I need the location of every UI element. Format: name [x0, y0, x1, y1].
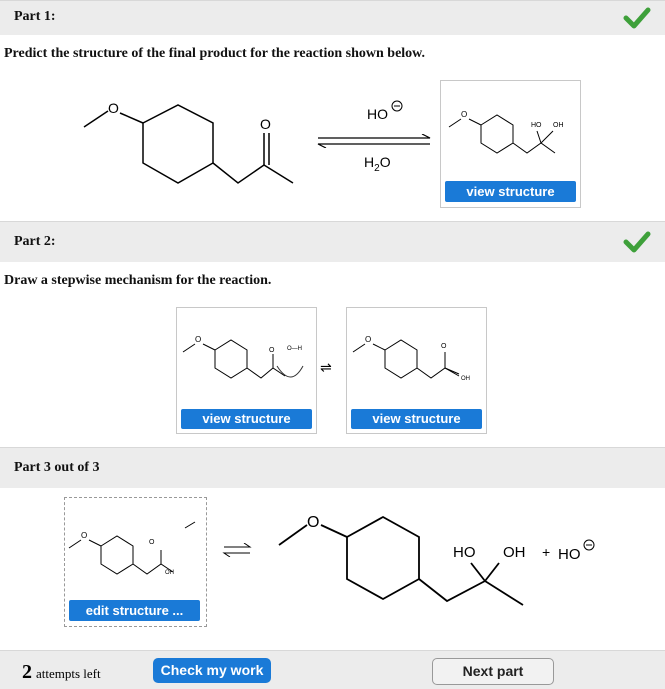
mechanism-step1-box: O O O—H view structure [176, 307, 317, 434]
mechanism-step2-thumbnail: O O OH [352, 335, 470, 382]
product-label-ho: HO [531, 122, 542, 129]
part3-hydroxide: HO [558, 539, 597, 563]
product-thumbnail: O HO OH [448, 110, 564, 154]
edit-structure-button[interactable]: edit structure ... [69, 600, 200, 621]
svg-text:O: O [260, 116, 271, 132]
part2-header: Part 2: [0, 221, 665, 262]
equilibrium-arrows-icon [222, 542, 252, 558]
check-my-work-button[interactable]: Check my work [153, 658, 271, 683]
reagent-water: H2O [364, 154, 391, 174]
svg-text:O: O [149, 539, 155, 546]
svg-text:O: O [307, 514, 319, 531]
part3-label-oh: OH [503, 544, 526, 561]
attempts-count: 2 [22, 661, 32, 683]
part3-product-structure: O HO OH [278, 514, 526, 606]
negative-charge-icon [391, 100, 403, 112]
checkmark-icon [623, 7, 651, 29]
svg-text:O: O [441, 343, 447, 350]
small-label-oh2: OH [461, 376, 470, 382]
part1-product-box: O HO OH view structure [440, 80, 581, 208]
reactant-structure: O O [83, 100, 294, 184]
part3-small-oh: OH [165, 570, 174, 576]
part2-view-structure-button-2[interactable]: view structure [351, 409, 482, 429]
part2-prompt: Draw a stepwise mechanism for the reacti… [4, 273, 272, 288]
mechanism-step1-thumbnail: O O O—H [182, 335, 304, 379]
part3-label-ho: HO [453, 544, 476, 561]
next-part-button[interactable]: Next part [432, 658, 554, 685]
svg-text:O: O [81, 531, 87, 540]
part3-equilibrium-symbol [222, 542, 252, 562]
svg-text:O: O [269, 347, 275, 354]
negative-charge-icon [583, 539, 595, 551]
equilibrium-symbol: ⇌ [320, 360, 332, 376]
part2-title: Part 2: [14, 234, 56, 249]
part1-view-structure-button[interactable]: view structure [445, 181, 576, 202]
footer-bar: 2 attempts left Check my work Next part [0, 650, 665, 689]
svg-text:O: O [365, 335, 371, 344]
equilibrium-arrow-icon [317, 134, 431, 148]
part3-header: Part 3 out of 3 [0, 447, 665, 488]
part3-title: Part 3 out of 3 [14, 460, 100, 475]
svg-text:O: O [461, 110, 467, 119]
part1-prompt: Predict the structure of the final produ… [4, 46, 426, 61]
part2-view-structure-button-1[interactable]: view structure [181, 409, 312, 429]
part3-draft-thumbnail: O O OH [68, 521, 196, 576]
product-label-oh: OH [553, 122, 564, 129]
attempts-left: 2 attempts left [22, 661, 101, 684]
part1-title: Part 1: [14, 9, 56, 24]
mechanism-step2-box: O O OH view structure [346, 307, 487, 434]
reagent-hydroxide: HO [367, 106, 388, 122]
part1-header: Part 1: [0, 0, 665, 35]
small-label-oh: O—H [287, 346, 302, 352]
checkmark-icon [623, 231, 651, 253]
attempts-text: attempts left [36, 666, 101, 681]
svg-text:O: O [195, 335, 201, 344]
plus-sign: + [542, 544, 551, 560]
part3-drawing-box[interactable]: O O OH edit structure ... [64, 497, 207, 627]
reaction-conditions: HO H2O [312, 100, 436, 180]
svg-text:O: O [108, 100, 119, 116]
